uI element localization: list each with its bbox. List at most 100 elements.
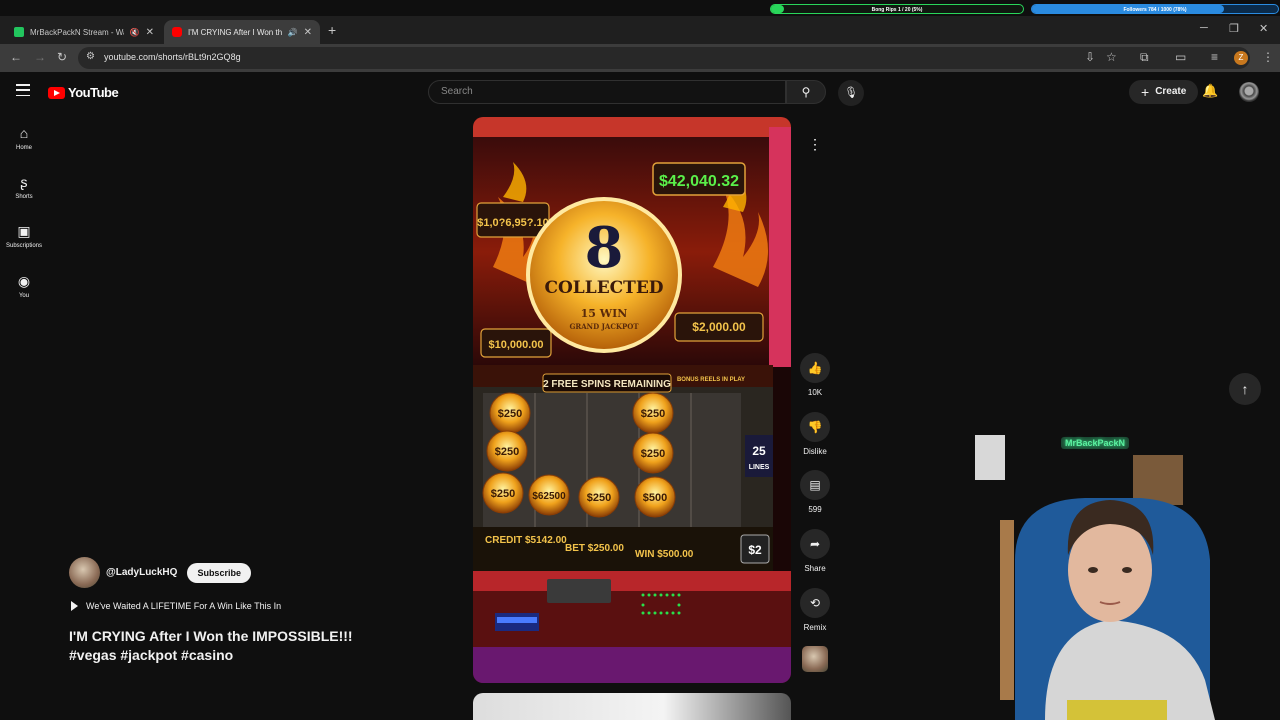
webcam-name-sign: MrBackPackN <box>1061 437 1130 449</box>
close-tab-icon[interactable]: ✕ <box>304 27 312 38</box>
kick-favicon-icon <box>14 27 24 37</box>
search-button[interactable]: ⚲ <box>786 80 826 104</box>
browser-menu-icon[interactable]: ⋮ <box>1262 50 1274 64</box>
sidebar-item-subscriptions[interactable]: ▣ Subscriptions <box>0 222 48 249</box>
dislike-label: Dislike <box>803 447 827 456</box>
microphone-icon: 🎙 <box>844 87 858 99</box>
notifications-bell-icon[interactable]: 🔔 <box>1202 83 1218 99</box>
followers-label: Followers 784 / 1000 (78%) <box>1123 7 1187 13</box>
subscribe-button[interactable]: Subscribe <box>187 562 251 583</box>
subscriptions-icon: ▣ <box>17 223 31 239</box>
search-icon: ⚲ <box>801 85 811 99</box>
coin-value: $500 <box>643 492 667 504</box>
coin-value: $250 <box>495 446 519 458</box>
new-tab-icon[interactable]: + <box>328 22 336 38</box>
tab-stream[interactable]: MrBackPackN Stream - Wat 🔇 ✕ <box>6 20 162 44</box>
sidebar-item-shorts[interactable]: ʂ Shorts <box>0 173 48 200</box>
coin-value: $250 <box>641 408 665 420</box>
back-icon[interactable]: ← <box>10 50 22 64</box>
channel-row: @LadyLuckHQ Subscribe <box>69 557 251 588</box>
short-title: I'M CRYING After I Won the IMPOSSIBLE!!! <box>69 628 353 644</box>
share-arrow-icon: ➦ <box>800 529 830 559</box>
restore-icon[interactable]: ❐ <box>1229 22 1239 35</box>
webcam-overlay <box>975 420 1280 720</box>
site-info-icon[interactable]: ⚙ <box>86 51 95 62</box>
slot-machine-frame: $42,040.32 $1,0?6,95?.10 $10,000.00 $2,0… <box>473 117 791 683</box>
shorts-icon: ʂ <box>20 174 28 190</box>
grand-label-text: GRAND JACKPOT <box>569 322 639 331</box>
home-icon: ⌂ <box>19 125 29 141</box>
extensions-icon[interactable]: ⧉ <box>1140 50 1149 65</box>
remix-icon: ⟲ <box>800 588 830 618</box>
sidebar-item-label: Home <box>15 145 32 151</box>
like-count: 10K <box>807 388 823 397</box>
like-button[interactable]: 👍 10K <box>800 353 830 397</box>
denom-text: $2 <box>748 543 762 557</box>
account-avatar[interactable] <box>1239 82 1259 102</box>
streamer-webcam-image <box>975 420 1280 720</box>
thumbs-down-icon: 👎 <box>800 412 830 442</box>
channel-name[interactable]: @LadyLuckHQ <box>106 567 177 578</box>
muted-speaker-icon[interactable]: 🔇 <box>130 28 140 37</box>
reload-icon[interactable]: ↻ <box>57 50 67 64</box>
comment-icon: ▤ <box>800 470 830 500</box>
profile-avatar[interactable]: Z <box>1234 51 1248 65</box>
youtube-favicon-icon <box>172 27 182 37</box>
coin-value: $250 <box>641 448 665 460</box>
comments-button[interactable]: ▤ 599 <box>800 470 830 514</box>
collected-label: COLLECTED <box>544 278 663 298</box>
create-label: Create <box>1155 86 1187 97</box>
tab-strip: MrBackPackN Stream - Wat 🔇 ✕ I'M CRYING … <box>0 16 1280 44</box>
url-text: youtube.com/shorts/rBLt9n2GQ8g <box>104 52 241 62</box>
coin-value: $62500 <box>532 491 566 502</box>
channel-avatar[interactable] <box>69 557 100 588</box>
win-text: WIN $500.00 <box>635 549 694 560</box>
previous-short-button[interactable]: ↑ <box>1229 373 1261 405</box>
jackpot-top-text: $42,040.32 <box>659 173 739 190</box>
coin-value: $250 <box>491 488 515 500</box>
share-button[interactable]: ➦ Share <box>800 529 830 573</box>
collected-count: 8 <box>585 215 624 281</box>
remix-label: Remix <box>803 623 827 632</box>
minor-amount-text: $10,000.00 <box>488 339 543 351</box>
short-video-player[interactable]: $42,040.32 $1,0?6,95?.10 $10,000.00 $2,0… <box>473 117 791 683</box>
sound-thumbnail[interactable] <box>802 646 828 672</box>
minimize-icon[interactable]: ─ <box>1200 22 1208 34</box>
reading-list-icon[interactable]: ≡ <box>1211 50 1218 64</box>
youtube-play-icon <box>48 86 65 99</box>
remix-button[interactable]: ⟲ Remix <box>800 588 830 632</box>
forward-icon[interactable]: → <box>34 50 46 64</box>
arrow-up-icon: ↑ <box>1241 381 1249 397</box>
youtube-header: YouTube Search ⚲ 🎙 + Create 🔔 <box>0 72 1280 112</box>
install-app-icon[interactable]: ⇩ <box>1085 50 1095 64</box>
more-actions-icon[interactable]: ⋮ <box>805 132 825 156</box>
tab-youtube[interactable]: I'M CRYING After I Won the 🔊 ✕ <box>164 20 320 44</box>
guide-menu-icon[interactable] <box>16 84 30 96</box>
next-short-preview[interactable] <box>473 693 791 720</box>
comment-count: 599 <box>808 505 822 514</box>
bookmark-star-icon[interactable]: ☆ <box>1106 50 1117 64</box>
bong-rips-progress: Bong Rips 1 / 20 (5%) <box>770 4 1024 14</box>
sidebar-item-home[interactable]: ⌂ Home <box>0 124 48 151</box>
search-input[interactable]: Search <box>428 80 786 104</box>
youtube-logo[interactable]: YouTube <box>48 85 119 100</box>
sidebar-item-you[interactable]: ◉ You <box>0 272 48 299</box>
close-window-icon[interactable]: ✕ <box>1259 22 1268 35</box>
short-hashtags[interactable]: #vegas #jackpot #casino <box>69 647 233 663</box>
related-video-title: We've Waited A LIFETIME For A Win Like T… <box>86 601 282 611</box>
lines-count: 25 <box>752 444 766 458</box>
voice-search-button[interactable]: 🎙 <box>838 80 864 106</box>
bet-text: BET $250.00 <box>565 543 624 554</box>
sidebar-item-label: You <box>18 293 30 299</box>
grand-amount-text: $1,0?6,95?.10 <box>477 217 549 229</box>
create-button[interactable]: + Create <box>1129 80 1199 104</box>
close-tab-icon[interactable]: ✕ <box>146 27 154 38</box>
dislike-button[interactable]: 👎 Dislike <box>800 412 830 456</box>
related-video-row[interactable]: We've Waited A LIFETIME For A Win Like T… <box>71 601 281 611</box>
play-icon <box>71 601 78 611</box>
youtube-wordmark: YouTube <box>68 85 119 100</box>
cast-icon[interactable]: ▭ <box>1175 50 1186 64</box>
coin-value: $250 <box>498 408 522 420</box>
address-bar[interactable]: ⚙ youtube.com/shorts/rBLt9n2GQ8g <box>78 47 1250 69</box>
speaker-icon[interactable]: 🔊 <box>288 28 298 37</box>
